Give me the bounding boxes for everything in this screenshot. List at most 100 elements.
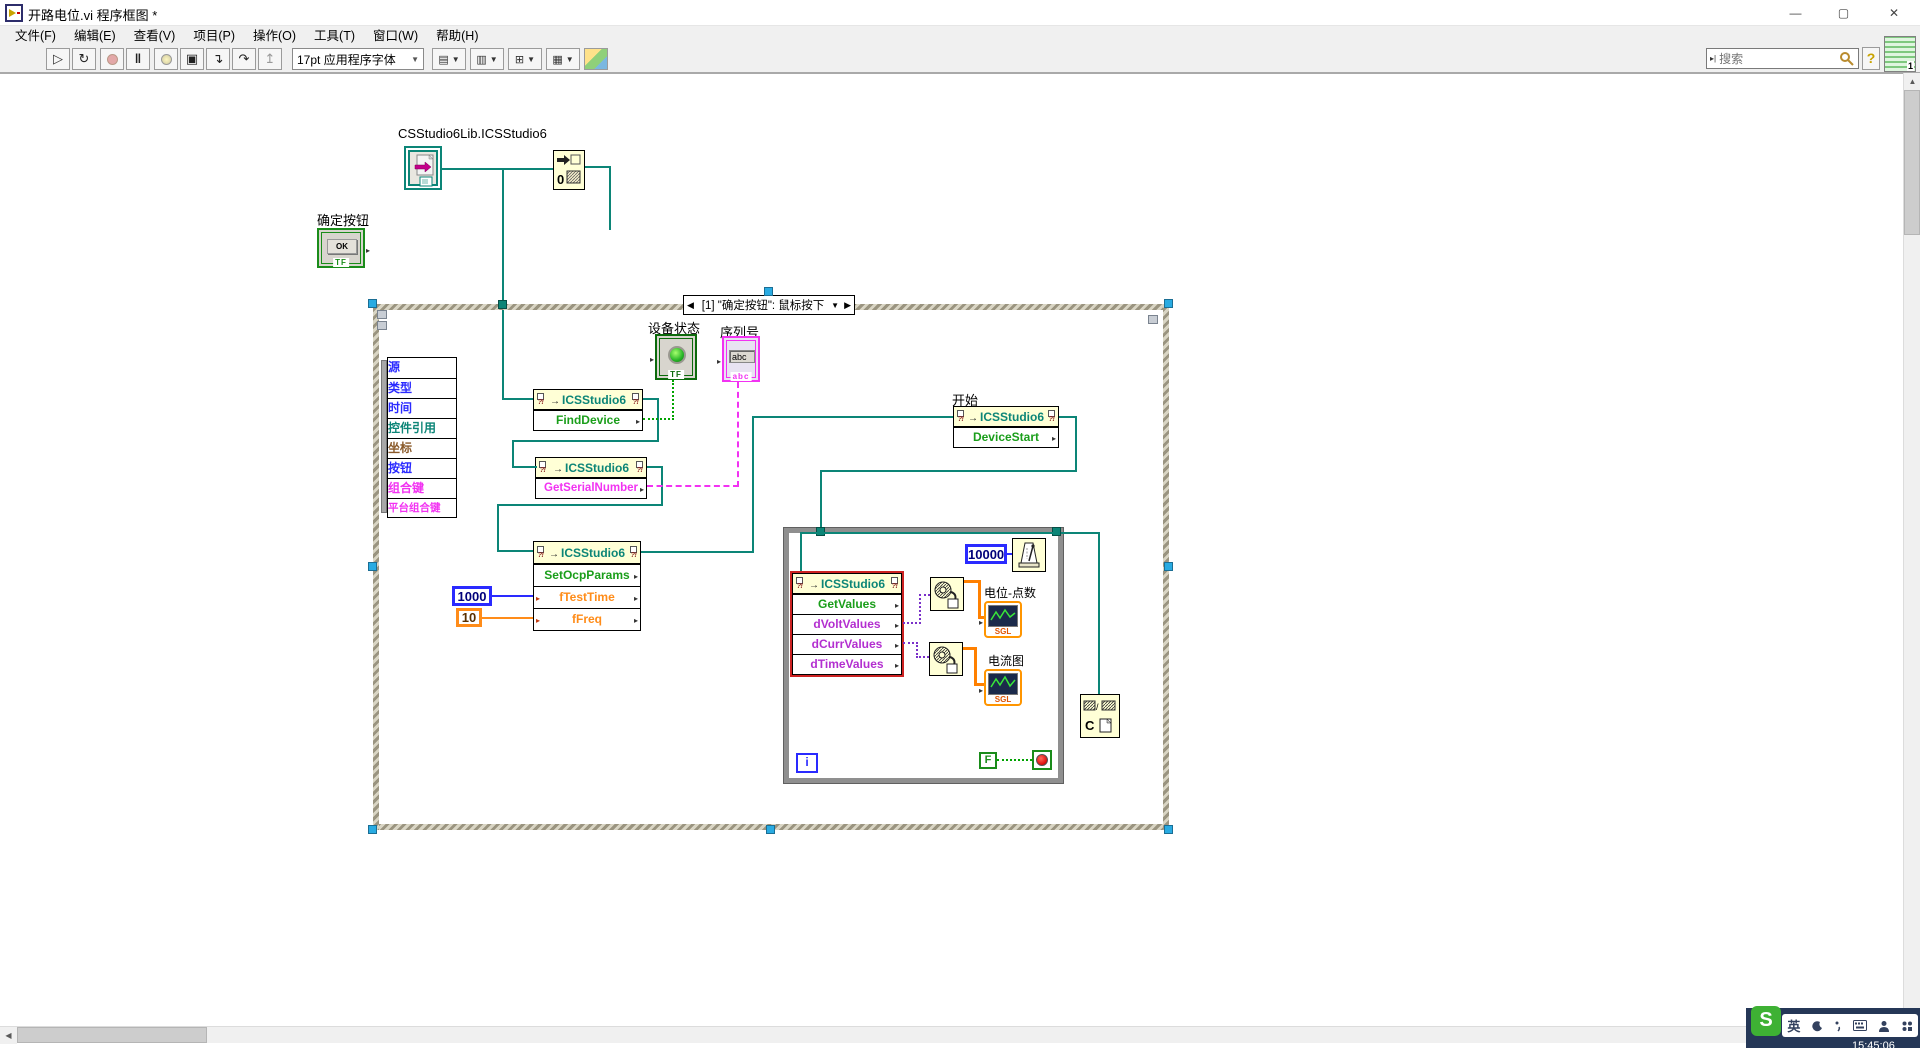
chart-type-badge: SGL xyxy=(988,627,1018,636)
param-row[interactable]: fFreq xyxy=(534,608,640,630)
curr-chart-terminal[interactable]: SGL ▸ xyxy=(984,669,1022,706)
menu-file[interactable]: 文件(F) xyxy=(6,26,65,46)
distribute-objects-dropdown[interactable]: ▥▼ xyxy=(470,48,504,70)
method-row[interactable]: GetValues xyxy=(793,594,901,614)
ok-button-terminal[interactable]: OK TF ▸ xyxy=(317,228,365,268)
menu-view[interactable]: 查看(V) xyxy=(125,26,185,46)
serial-terminal[interactable]: abc abc ▸ xyxy=(722,336,760,382)
selection-handle[interactable] xyxy=(764,287,773,296)
false-constant[interactable]: F xyxy=(979,752,997,769)
menu-help[interactable]: 帮助(H) xyxy=(427,26,487,46)
event-prev-icon[interactable]: ◀ xyxy=(684,300,697,311)
selection-handle[interactable] xyxy=(1164,299,1173,308)
pause-icon[interactable]: ‖ xyxy=(126,48,150,70)
run-continuously-icon[interactable]: ↻ xyxy=(72,48,96,70)
selection-handle[interactable] xyxy=(1164,825,1173,834)
moon-icon[interactable] xyxy=(1811,1020,1823,1032)
param-row[interactable]: dCurrValues xyxy=(793,634,901,654)
wire-class xyxy=(442,168,553,170)
method-row[interactable]: GetSerialNumber xyxy=(536,478,646,498)
search-box[interactable]: ▸| xyxy=(1706,48,1859,69)
maximize-button[interactable]: ▢ xyxy=(1820,0,1867,26)
align-objects-dropdown[interactable]: ▤▼ xyxy=(432,48,466,70)
wire-class xyxy=(512,440,659,442)
method-row[interactable]: SetOcpParams xyxy=(534,564,640,586)
h-scrollbar[interactable]: ◀ ▶ xyxy=(0,1026,1903,1043)
close-button[interactable]: ✕ xyxy=(1868,0,1920,26)
step-into-icon[interactable]: ↴ xyxy=(206,48,230,70)
toolbox-grid-icon[interactable] xyxy=(1901,1020,1913,1032)
retain-wire-values-icon[interactable]: ▣ xyxy=(180,48,204,70)
event-next-icon[interactable]: ▶ xyxy=(841,300,854,311)
invoke-node-get-values[interactable]: ?!→ICSStudio6?! GetValues dVoltValues dC… xyxy=(792,573,902,675)
run-icon[interactable]: ▷ xyxy=(46,48,70,70)
method-row[interactable]: DeviceStart xyxy=(954,427,1058,447)
invoke-node-device-start[interactable]: ?!→ICSStudio6?! DeviceStart xyxy=(953,406,1059,448)
sogou-logo-icon[interactable]: S xyxy=(1751,1006,1781,1036)
step-out-icon[interactable]: ↥ xyxy=(258,48,282,70)
menu-edit[interactable]: 编辑(E) xyxy=(65,26,125,46)
param-row[interactable]: dTimeValues xyxy=(793,654,901,674)
event-case-title: [1] "确定按钮": 鼠标按下 xyxy=(697,297,829,313)
step-over-icon[interactable]: ↷ xyxy=(232,48,256,70)
ime-toolbar[interactable]: 英 xyxy=(1782,1014,1918,1037)
keyboard-icon[interactable] xyxy=(1853,1020,1867,1031)
person-icon[interactable] xyxy=(1878,1020,1890,1032)
abort-icon[interactable] xyxy=(100,48,124,70)
wait-ms-node[interactable] xyxy=(1012,538,1046,572)
iteration-terminal[interactable]: i xyxy=(796,753,818,773)
ime-lang-indicator[interactable]: 英 xyxy=(1787,1016,1800,1035)
variant-to-data-icon xyxy=(931,578,963,610)
param-row[interactable]: fTestTime xyxy=(534,586,640,608)
class-constant[interactable] xyxy=(404,146,442,190)
menu-tools[interactable]: 工具(T) xyxy=(305,26,364,46)
freq-constant[interactable]: 10 xyxy=(456,608,482,627)
selection-handle[interactable] xyxy=(368,562,377,571)
selection-handle[interactable] xyxy=(368,299,377,308)
invoke-class-name: ICSStudio6 xyxy=(561,546,625,560)
event-dropdown-icon[interactable]: ▼ xyxy=(829,301,841,310)
method-arrow-icon: → xyxy=(809,580,819,591)
invoke-node-get-serial[interactable]: ?!→ICSStudio6?! GetSerialNumber xyxy=(535,457,647,499)
menu-window[interactable]: 窗口(W) xyxy=(364,26,427,46)
h-scroll-thumb[interactable] xyxy=(17,1027,207,1043)
volt-chart-terminal[interactable]: SGL ▸ xyxy=(984,601,1022,638)
chart-type-badge: SGL xyxy=(988,695,1018,704)
menu-project[interactable]: 项目(P) xyxy=(184,26,244,46)
clean-up-diagram-icon[interactable] xyxy=(584,48,608,70)
punctuation-icon[interactable] xyxy=(1834,1020,1842,1032)
v-scrollbar[interactable]: ▲ ▼ xyxy=(1903,73,1920,1026)
test-time-constant[interactable]: 1000 xyxy=(452,586,492,606)
v-scroll-thumb[interactable] xyxy=(1904,90,1920,235)
highlight-execution-icon[interactable] xyxy=(154,48,178,70)
resize-objects-dropdown[interactable]: ⊞▼ xyxy=(508,48,542,70)
vi-icon[interactable]: 1 xyxy=(1884,36,1916,72)
selection-handle[interactable] xyxy=(368,825,377,834)
device-status-terminal[interactable]: TF ▸ xyxy=(655,334,697,380)
method-row[interactable]: FindDevice xyxy=(534,410,642,430)
invoke-node-set-ocp[interactable]: ?!→ICSStudio6?! SetOcpParams fTestTime f… xyxy=(533,541,641,631)
search-input[interactable] xyxy=(1719,52,1839,66)
search-expand-icon[interactable]: ▸| xyxy=(1707,54,1719,63)
variant-to-data-node[interactable] xyxy=(930,577,964,611)
param-row[interactable]: dVoltValues xyxy=(793,614,901,634)
scroll-left-icon[interactable]: ◀ xyxy=(0,1027,17,1044)
selection-handle[interactable] xyxy=(766,825,775,834)
reorder-objects-dropdown[interactable]: ▦▼ xyxy=(546,48,580,70)
vi-icon-number: 1 xyxy=(1907,61,1914,71)
variant-to-data-node[interactable] xyxy=(929,642,963,676)
font-selector[interactable]: 17pt 应用程序字体 ▼ xyxy=(292,48,424,70)
abort-glyph xyxy=(107,54,118,65)
wait-ms-constant[interactable]: 10000 xyxy=(965,544,1007,564)
minimize-button[interactable]: — xyxy=(1772,0,1819,26)
selection-handle[interactable] xyxy=(1164,562,1173,571)
flatten-to-string-node[interactable]: / C xyxy=(1080,694,1120,738)
help-button[interactable]: ? xyxy=(1862,47,1880,70)
stop-terminal[interactable] xyxy=(1032,750,1052,770)
array-index-node[interactable]: 0 xyxy=(553,150,585,190)
invoke-node-find-device[interactable]: ?!→ICSStudio6?! FindDevice xyxy=(533,389,643,431)
menu-operate[interactable]: 操作(O) xyxy=(244,26,305,46)
scroll-up-icon[interactable]: ▲ xyxy=(1904,73,1920,90)
event-selector-label[interactable]: ◀ [1] "确定按钮": 鼠标按下 ▼ ▶ xyxy=(683,295,855,315)
event-data-node[interactable]: 源 类型 时间 控件引用 坐标 按钮 组合键 平台组合键 xyxy=(387,357,457,518)
